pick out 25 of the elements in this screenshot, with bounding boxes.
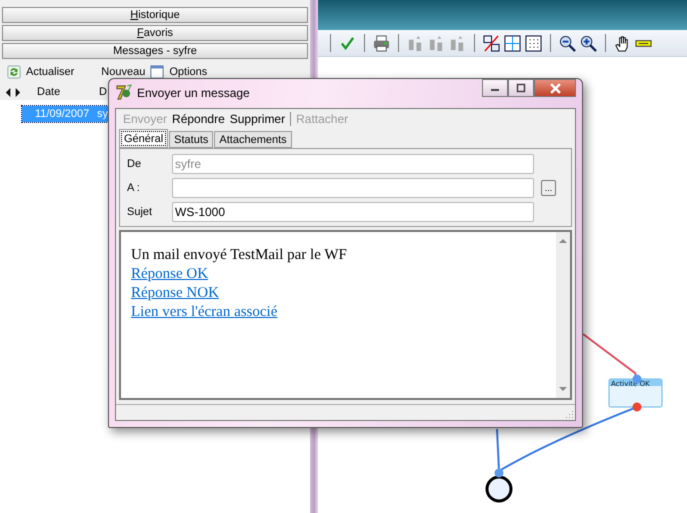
field-label: Sujet bbox=[127, 206, 154, 218]
column-header[interactable]: Date bbox=[37, 86, 99, 98]
message-link[interactable]: Réponse OK bbox=[131, 266, 208, 282]
section-button[interactable]: Messages - syfre bbox=[2, 43, 308, 59]
table-cell-text: 11/09/2007 bbox=[35, 108, 90, 120]
toolbar-action[interactable]: Options bbox=[169, 66, 208, 78]
input-field[interactable]: WS-1000 bbox=[172, 202, 534, 222]
section-button[interactable]: Historique bbox=[2, 7, 308, 23]
message-link[interactable]: Réponse NOK bbox=[131, 285, 219, 301]
message-text: Un mail envoyé TestMail par le WF bbox=[131, 246, 348, 265]
browse-button[interactable]: ... bbox=[541, 180, 556, 196]
window-title: Envoyer un message bbox=[137, 86, 250, 100]
message-link[interactable]: Lien vers l'écran associé bbox=[131, 304, 278, 320]
toolbar-action[interactable]: Actualiser bbox=[26, 66, 74, 78]
tab[interactable]: Statuts bbox=[169, 131, 214, 148]
field-label: A : bbox=[127, 182, 141, 194]
tab[interactable]: Attachements bbox=[214, 131, 292, 148]
toolbar-action[interactable]: Nouveau bbox=[101, 66, 146, 78]
section-button[interactable]: Favoris bbox=[2, 25, 308, 41]
tab[interactable]: Général bbox=[119, 129, 168, 148]
field-label: De bbox=[127, 158, 142, 170]
menu-item[interactable]: Supprimer bbox=[230, 112, 286, 126]
message-body[interactable]: Un mail envoyé TestMail par le WF Réponse OK Réponse NOK Lien vers l'écran associé bbox=[119, 230, 572, 400]
column-header[interactable]: D bbox=[99, 86, 107, 98]
table-cell: sy bbox=[97, 108, 108, 120]
